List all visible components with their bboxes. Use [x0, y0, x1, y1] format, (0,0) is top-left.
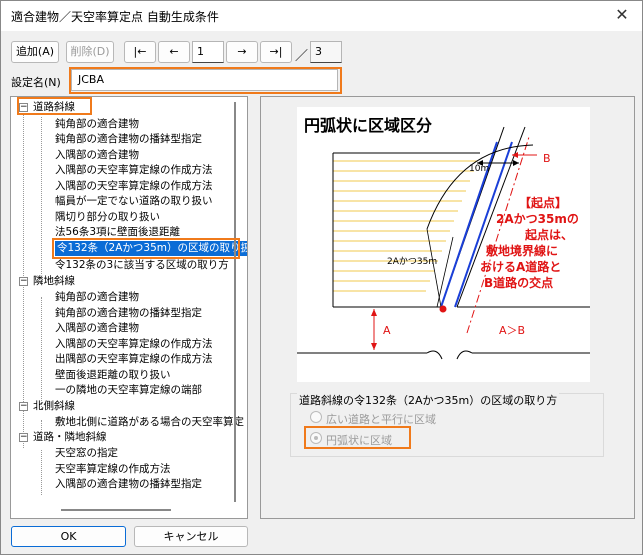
diagram-note-line: 起点は、: [524, 227, 573, 242]
setting-name-label: 設定名(N): [11, 76, 61, 89]
tree-item[interactable]: 隅切り部分の取り扱い: [55, 210, 160, 225]
zone-method-group-title: 道路斜線の令132条（2Aかつ35m）の区域の取り方: [297, 392, 560, 408]
add-button[interactable]: 追加(A): [11, 41, 59, 63]
tree-item[interactable]: 入隅部の適合建物: [55, 148, 139, 163]
diagram-title: 円弧状に区域区分: [304, 116, 432, 135]
tree-item[interactable]: 一の隣地の天空率算定線の端部: [55, 383, 202, 398]
page-number-input[interactable]: 1: [192, 41, 224, 63]
tree-horizontal-scrollbar[interactable]: [61, 509, 171, 511]
radio-parallel[interactable]: [310, 411, 322, 423]
tree-item[interactable]: 入隅部の天空率算定線の作成方法: [55, 179, 213, 194]
prev-page-button[interactable]: ←: [158, 41, 190, 63]
settings-tree: − 道路斜線 鈍角部の適合建物 鈍角部の適合建物の播鉢型指定 入隅部の適合建物 …: [10, 96, 248, 519]
tree-item[interactable]: 鈍角部の適合建物: [55, 117, 139, 132]
tree-item[interactable]: 鈍角部の適合建物: [55, 290, 139, 305]
tree-group-north[interactable]: 北側斜線: [33, 399, 75, 414]
expander-icon[interactable]: −: [19, 433, 28, 442]
radio-arc-highlight: [304, 426, 411, 449]
tree-item[interactable]: 鈍角部の適合建物の播鉢型指定: [55, 132, 202, 147]
diagram-note-line: B道路の交点: [484, 275, 553, 290]
tree-group-neighbor[interactable]: 隣地斜線: [33, 274, 75, 289]
expander-icon[interactable]: −: [19, 402, 28, 411]
expander-icon[interactable]: −: [19, 277, 28, 286]
diagram-dim-10m: 10m: [469, 164, 489, 174]
tree-vertical-scrollbar[interactable]: [234, 102, 236, 502]
diagram-note-line: 2Aかつ35mの: [496, 212, 579, 226]
close-icon[interactable]: ✕: [612, 5, 632, 25]
diagram-label-2a35-side: 2Aかつ35m: [387, 256, 437, 267]
group-highlight: [17, 97, 92, 115]
dialog-window: 適合建物／天空率算定点 自動生成条件 ✕ 追加(A) 削除(D) |← ← 1 …: [0, 0, 643, 555]
diagram-label-b-arrow: B: [543, 152, 551, 165]
next-page-button[interactable]: →: [226, 41, 258, 63]
tree-item[interactable]: 入隅部の天空率算定線の作成方法: [55, 337, 213, 352]
tree-item[interactable]: 入隅部の適合建物: [55, 321, 139, 336]
tree-group-road-neighbor[interactable]: 道路・隣地斜線: [33, 430, 107, 445]
tree-item[interactable]: 入隅部の適合建物の播鉢型指定: [55, 477, 202, 492]
selected-item-highlight: [52, 238, 240, 259]
tree-item[interactable]: 天空率算定線の作成方法: [55, 462, 171, 477]
tree-item[interactable]: 入隅部の天空率算定線の作成方法: [55, 163, 213, 178]
first-page-button[interactable]: |←: [124, 41, 156, 63]
last-page-button[interactable]: →|: [260, 41, 292, 63]
tree-item[interactable]: 天空窓の指定: [55, 446, 118, 461]
tree-item[interactable]: 出隅部の天空率算定線の作成方法: [55, 352, 213, 367]
tree-item[interactable]: 壁面後退距離の取り扱い: [55, 368, 171, 383]
title-bar: 適合建物／天空率算定点 自動生成条件 ✕: [1, 1, 642, 31]
cancel-button[interactable]: キャンセル: [134, 526, 248, 547]
radio-parallel-label[interactable]: 広い道路と平行に区域: [326, 411, 436, 427]
diagram-note-line: 【起点】: [519, 195, 567, 210]
tree-item[interactable]: 敷地北側に道路がある場合の天空率算定: [55, 415, 244, 430]
diagram-label-a: A: [383, 324, 391, 337]
window-title: 適合建物／天空率算定点 自動生成条件: [11, 10, 219, 24]
diagram-note-line: 敷地境界線に: [486, 243, 558, 258]
delete-button[interactable]: 削除(D): [66, 41, 114, 63]
ok-button[interactable]: OK: [11, 526, 126, 547]
page-total: 3: [310, 41, 342, 63]
tree-item[interactable]: 令132条の3に該当する区域の取り方: [55, 258, 229, 273]
diagram-note-line: おけるA道路と: [480, 259, 561, 274]
diagram-label-ab: A＞B: [499, 324, 525, 337]
tree-item[interactable]: 幅員が一定でない道路の取り扱い: [55, 194, 213, 209]
zone-diagram: 円弧状に区域区分 B 10m 2Aかつ35m 【起点】 2Aかつ35mの 起点は…: [297, 107, 590, 382]
setting-name-highlight: [69, 67, 342, 94]
tree-item[interactable]: 鈍角部の適合建物の播鉢型指定: [55, 306, 202, 321]
page-separator: ／: [295, 49, 309, 64]
